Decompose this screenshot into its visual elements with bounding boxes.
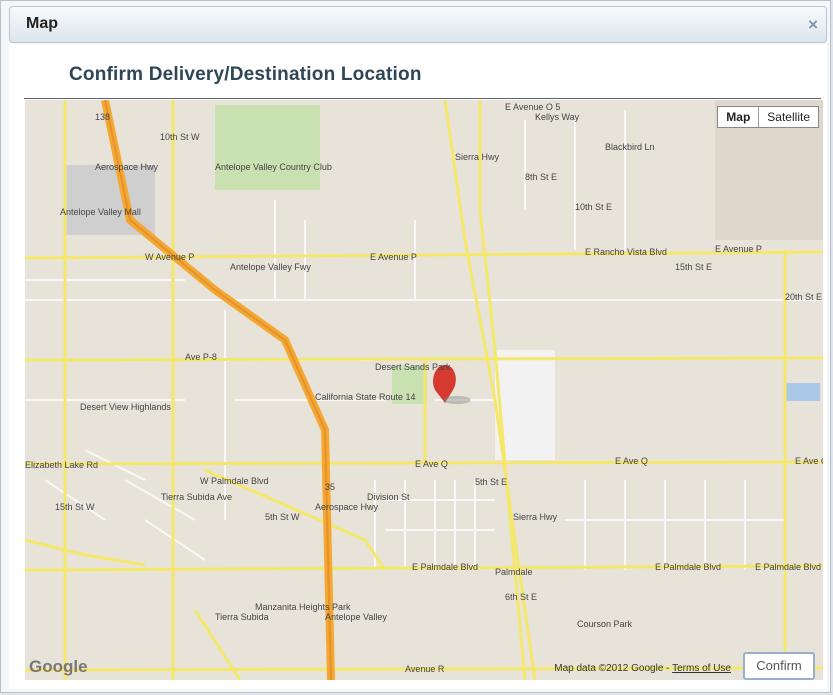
map-type-map[interactable]: Map [718,107,760,127]
dialog-content: Confirm Delivery/Destination Location E … [9,44,827,689]
map-label: Avenue R [405,664,445,674]
map-label: Courson Park [577,619,633,629]
map-label: Antelope Valley [325,612,387,622]
map-svg: E Avenue O 5Kellys Way Blackbird Ln 8th St… [25,100,823,680]
map-label: Aerospace Hwy [95,162,159,172]
map-label: Sierra Hwy [455,152,500,162]
map-label: W Avenue P [145,252,194,262]
map-label: Blackbird Ln [605,142,655,152]
page-title: Confirm Delivery/Destination Location [69,64,422,85]
map-label: 138 [95,112,110,122]
map-label: 35 [325,482,335,492]
map-attribution: Map data ©2012 Google - Terms of Use [554,663,731,674]
map-label: E Rancho Vista Blvd [585,247,667,257]
map-label: Tierra Subida [215,612,269,622]
map-dialog: Map × Confirm Delivery/Destination Locat… [0,0,831,693]
dialog-titlebar: Map × [9,6,827,43]
map-label: W Palmdale Blvd [200,476,269,486]
map-type-satellite[interactable]: Satellite [759,107,818,127]
close-icon[interactable]: × [808,15,818,35]
map-label: 10th St E [575,202,612,212]
map-label: 6th St E [505,592,537,602]
map-attribution-text: Map data ©2012 Google - [554,663,673,674]
heading-divider [24,98,821,99]
map-label: Elizabeth Lake Rd [25,460,98,470]
map-label: E Avenue P [715,244,762,254]
map-label: Antelope Valley Mall [60,207,141,217]
map-label: 15th St E [675,262,712,272]
map-label: 5th St W [265,512,300,522]
map-label: Sierra Hwy [513,512,558,522]
map-label: E Palmdale Blvd [655,562,721,572]
map-label: E Ave Q [415,459,448,469]
map-label: Tierra Subida Ave [161,492,232,502]
map-label: 5th St E [475,477,507,487]
map-label: E Ave Q [795,456,823,466]
map-label: E Palmdale Blvd [412,562,478,572]
map-label: Desert Sands Park [375,362,451,372]
terms-of-use-link[interactable]: Terms of Use [672,663,731,674]
map-canvas[interactable]: E Avenue O 5 Kellys Way Blackbird Ln 8th St… [25,100,823,680]
map-label: Antelope Valley Country Club [215,162,332,172]
confirm-button[interactable]: Confirm [743,652,815,680]
map-label: E Palmdale Blvd [755,562,821,572]
map-label: Palmdale [495,567,533,577]
map-type-toggle: Map Satellite [717,106,819,128]
map-label: E Avenue O 5 [505,102,560,112]
map-label: Division St [367,492,410,502]
map-label: Antelope Valley Fwy [230,262,311,272]
map-label: California State Route 14 [315,392,416,402]
map-label: E Avenue P [370,252,417,262]
map-label: Aerospace Hwy [315,502,379,512]
map-label: Manzanita Heights Park [255,602,351,612]
map-label: 10th St W [160,132,200,142]
map-label: 8th St E [525,172,557,182]
map-label: Desert View Highlands [80,402,171,412]
dialog-title: Map [26,15,58,32]
google-logo: Google [29,657,88,676]
map-label: Ave P-8 [185,352,217,362]
map-label: Kellys Way [535,112,580,122]
map-label: 15th St W [55,502,95,512]
map-label: E Ave Q [615,456,648,466]
map-label: 20th St E [785,292,822,302]
